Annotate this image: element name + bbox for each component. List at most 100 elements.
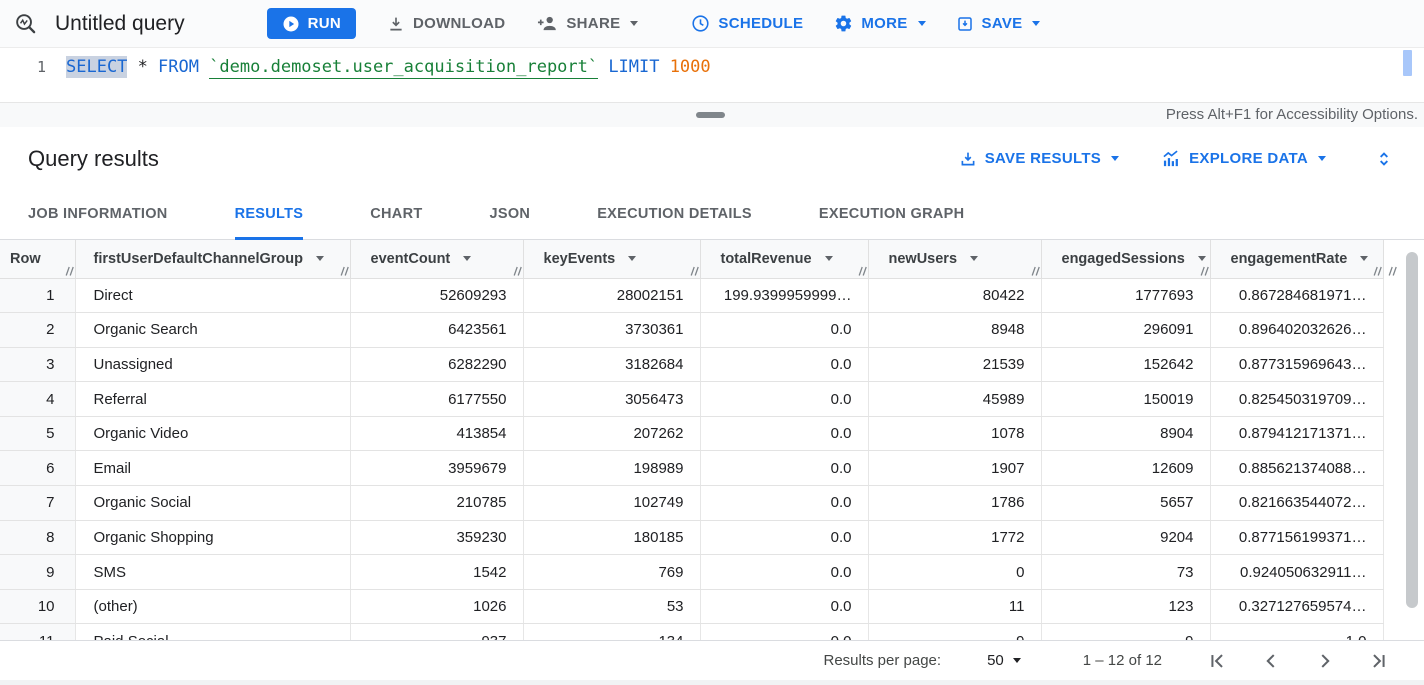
data-cell: 3730361 xyxy=(523,313,700,348)
data-cell: 0.0 xyxy=(700,313,868,348)
page-size-value: 50 xyxy=(987,652,1004,669)
editor-scrollbar-thumb[interactable] xyxy=(1403,50,1412,76)
tab-json[interactable]: JSON xyxy=(490,190,531,240)
sort-caret-icon[interactable] xyxy=(970,256,978,261)
data-cell: Unassigned xyxy=(75,347,350,382)
data-cell: 1786 xyxy=(868,486,1041,521)
table-row: 3Unassigned628229031826840.0215391526420… xyxy=(0,347,1383,382)
data-cell: 0.0 xyxy=(700,624,868,640)
sql-table-reference[interactable]: `demo.demoset.user_acquisition_report` xyxy=(209,56,598,79)
save-icon xyxy=(956,15,974,33)
splitter-drag-handle[interactable] xyxy=(696,112,725,118)
accessibility-hint: Press Alt+F1 for Accessibility Options. xyxy=(1166,103,1418,127)
column-header-engaged-sessions[interactable]: engagedSessions xyxy=(1041,240,1210,278)
sql-editor[interactable]: 1 SELECT*FROM`demo.demoset.user_acquisit… xyxy=(0,48,1424,102)
column-resize-handle[interactable] xyxy=(340,266,349,276)
tab-results[interactable]: RESULTS xyxy=(235,190,304,240)
column-header-new-users[interactable]: newUsers xyxy=(868,240,1041,278)
data-cell: 0.0 xyxy=(700,451,868,486)
data-cell: 0.885621374088… xyxy=(1210,451,1383,486)
chevron-down-icon xyxy=(1318,156,1326,161)
sort-caret-icon[interactable] xyxy=(463,256,471,261)
table-row: 7Organic Social2107851027490.0178656570.… xyxy=(0,486,1383,521)
data-cell: SMS xyxy=(75,555,350,590)
table-row: 8Organic Shopping3592301801850.017729204… xyxy=(0,520,1383,555)
row-number-cell: 6 xyxy=(0,451,75,486)
row-number-cell: 10 xyxy=(0,589,75,624)
tab-chart[interactable]: CHART xyxy=(370,190,422,240)
data-cell: 1542 xyxy=(350,555,523,590)
column-resize-handle[interactable] xyxy=(1200,266,1209,276)
column-header-key-events[interactable]: keyEvents xyxy=(523,240,700,278)
sort-caret-icon[interactable] xyxy=(1198,256,1206,261)
last-page-button[interactable] xyxy=(1368,650,1390,672)
column-resize-handle[interactable] xyxy=(65,266,74,276)
data-cell: 45989 xyxy=(868,382,1041,417)
data-cell: 12609 xyxy=(1041,451,1210,486)
row-number-cell: 9 xyxy=(0,555,75,590)
data-cell: 0.821663544072… xyxy=(1210,486,1383,521)
column-header-first-user-default-channel-group[interactable]: firstUserDefaultChannelGroup xyxy=(75,240,350,278)
data-cell: 150019 xyxy=(1041,382,1210,417)
column-resize-handle[interactable] xyxy=(690,266,699,276)
data-cell: 359230 xyxy=(350,520,523,555)
sort-caret-icon[interactable] xyxy=(628,256,636,261)
page-size-select[interactable]: 50 xyxy=(987,652,1021,669)
sort-caret-icon[interactable] xyxy=(316,256,324,261)
expand-results-button[interactable] xyxy=(1374,149,1394,169)
column-resize-handle[interactable] xyxy=(513,266,522,276)
bigquery-console: Untitled query RUN DOWNLOAD xyxy=(0,0,1424,685)
table-scrollbar-thumb[interactable] xyxy=(1406,252,1418,608)
data-cell: 0.0 xyxy=(700,589,868,624)
column-header-total-revenue[interactable]: totalRevenue xyxy=(700,240,868,278)
table-row: 9SMS15427690.00730.924050632911… xyxy=(0,555,1383,590)
data-cell: 21539 xyxy=(868,347,1041,382)
run-button[interactable]: RUN xyxy=(267,8,356,39)
data-cell: 9204 xyxy=(1041,520,1210,555)
data-cell: 8904 xyxy=(1041,416,1210,451)
chevron-right-icon xyxy=(1314,650,1336,672)
data-cell: 937 xyxy=(350,624,523,640)
data-cell: 8948 xyxy=(868,313,1041,348)
query-title[interactable]: Untitled query xyxy=(55,12,185,36)
results-actions: SAVE RESULTS EXPLORE DATA xyxy=(959,149,1394,169)
data-cell: 207262 xyxy=(523,416,700,451)
next-page-button[interactable] xyxy=(1314,650,1336,672)
previous-page-button[interactable] xyxy=(1260,650,1282,672)
more-label: MORE xyxy=(861,15,907,32)
first-page-button[interactable] xyxy=(1206,650,1228,672)
first-page-icon xyxy=(1206,650,1228,672)
more-button[interactable]: MORE xyxy=(834,14,925,33)
sort-caret-icon[interactable] xyxy=(825,256,833,261)
clock-icon xyxy=(691,14,710,33)
query-results-title: Query results xyxy=(28,146,159,172)
column-resize-handle[interactable] xyxy=(1031,266,1040,276)
sort-caret-icon[interactable] xyxy=(1360,256,1368,261)
person-add-icon xyxy=(537,13,558,34)
tab-execution-graph[interactable]: EXECUTION GRAPH xyxy=(819,190,965,240)
page-range-label: 1 – 12 of 12 xyxy=(1083,652,1162,669)
download-button[interactable]: DOWNLOAD xyxy=(387,15,505,33)
save-label: SAVE xyxy=(982,15,1023,32)
save-results-button[interactable]: SAVE RESULTS xyxy=(959,150,1119,168)
explore-data-button[interactable]: EXPLORE DATA xyxy=(1161,149,1326,169)
schedule-button[interactable]: SCHEDULE xyxy=(691,14,803,33)
data-cell: 296091 xyxy=(1041,313,1210,348)
data-cell: 80422 xyxy=(868,278,1041,313)
column-header-engagement-rate[interactable]: engagementRate xyxy=(1210,240,1383,278)
results-table: RowfirstUserDefaultChannelGroupeventCoun… xyxy=(0,240,1384,640)
data-cell: 6423561 xyxy=(350,313,523,348)
data-cell: 413854 xyxy=(350,416,523,451)
tab-job-information[interactable]: JOB INFORMATION xyxy=(28,190,168,240)
column-header-event-count[interactable]: eventCount xyxy=(350,240,523,278)
row-number-cell: 2 xyxy=(0,313,75,348)
results-table-container: RowfirstUserDefaultChannelGroupeventCoun… xyxy=(0,240,1424,640)
save-button[interactable]: SAVE xyxy=(956,15,1041,33)
column-resize-handle[interactable] xyxy=(858,266,867,276)
column-resize-handle[interactable] xyxy=(1388,266,1397,276)
tab-execution-details[interactable]: EXECUTION DETAILS xyxy=(597,190,752,240)
data-cell: 0.327127659574… xyxy=(1210,589,1383,624)
data-cell: 0.0 xyxy=(700,555,868,590)
column-resize-handle[interactable] xyxy=(1373,266,1382,276)
share-button[interactable]: SHARE xyxy=(537,13,638,34)
